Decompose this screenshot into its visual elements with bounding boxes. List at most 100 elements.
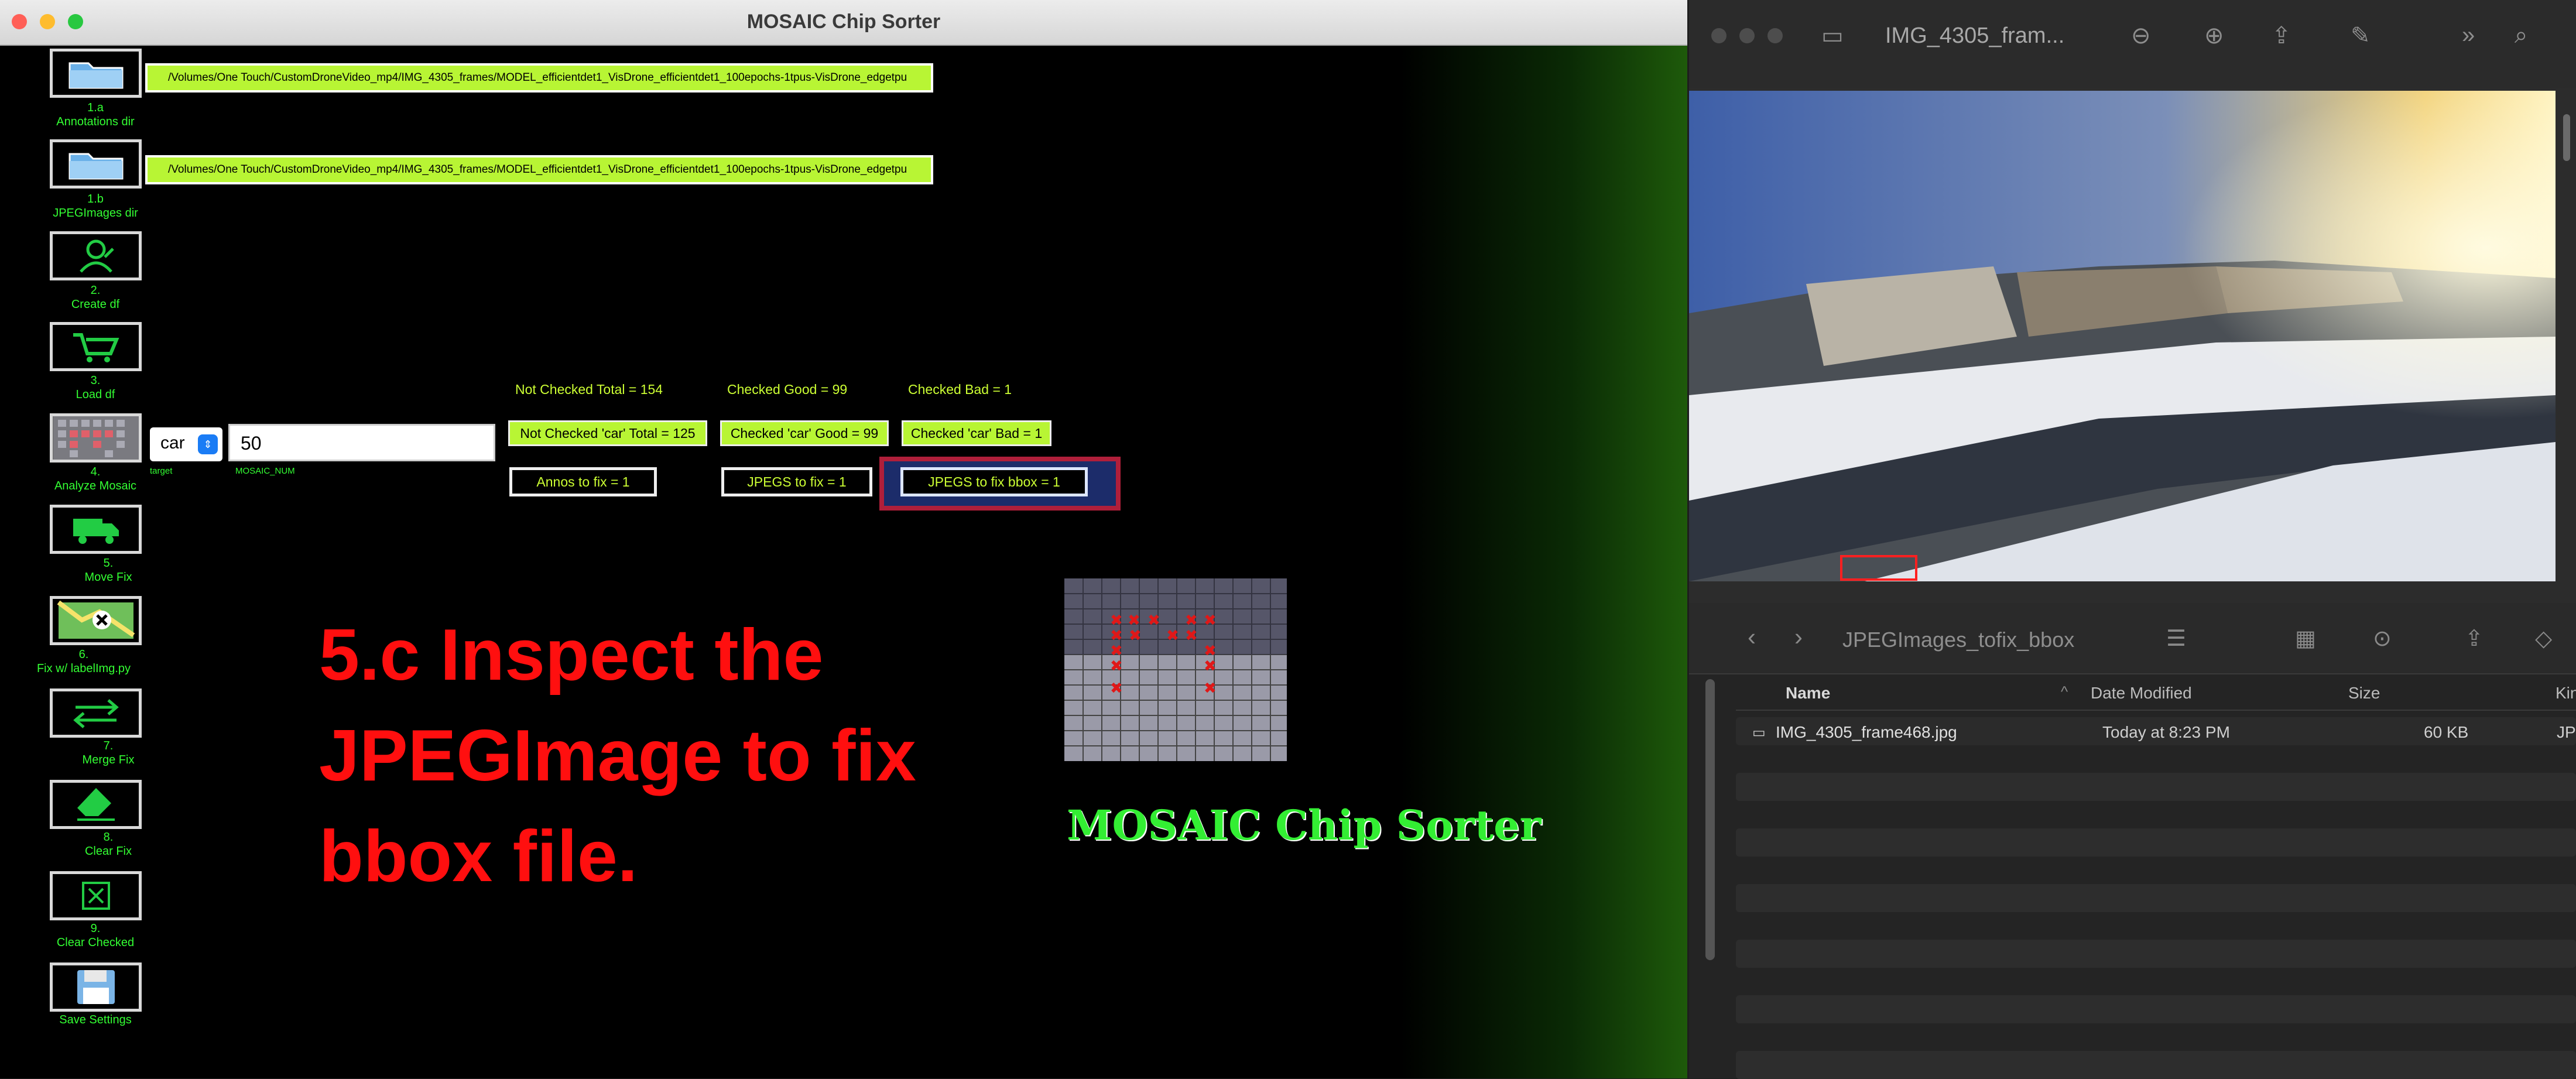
move-fix-number: 5. [103,557,114,570]
fix-labelimg-button[interactable] [50,596,142,645]
annotations-dir-label: Annotations dir [56,115,135,128]
move-fix-button[interactable] [50,505,142,554]
clear-checked-button[interactable] [50,871,142,920]
zoom-in-icon[interactable]: ⊕ [2204,22,2224,49]
empty-row [1736,940,2576,968]
table-row[interactable]: ▭ IMG_4305_frame468.jpg Today at 8:23 PM… [1736,717,2576,745]
svg-text:✖: ✖ [1147,612,1160,629]
more-icon[interactable]: » [2462,22,2475,49]
checked-bad-car-button[interactable]: Checked 'car' Bad = 1 [902,420,1051,446]
file-icon: ▭ [1752,725,1766,741]
save-settings-button[interactable] [50,962,142,1012]
jpegs-to-fix-bbox-button[interactable]: JPEGS to fix bbox = 1 [900,467,1088,496]
target-select[interactable]: car ⇕ [150,427,222,461]
analyze-mosaic-button[interactable] [50,413,142,463]
target-select-value: car [160,433,185,453]
checked-bad: Checked Bad = 1 [908,382,1012,397]
instruction-line-2: JPEGImage to fix [319,715,916,796]
finder-scrollbar[interactable] [1705,679,1715,960]
fix-labelimg-label: Fix w/ labelImg.py [36,662,131,675]
target-label: target [150,466,173,476]
not-checked-total: Not Checked Total = 154 [515,382,663,397]
analyze-mosaic-number: 4. [90,465,101,478]
clear-fix-number: 8. [103,831,114,844]
tag-icon[interactable]: ◇ [2535,625,2552,652]
main-window: MOSAIC Chip Sorter 1.a Annotations dir 1… [0,0,1687,1078]
checked-good-car-button[interactable]: Checked 'car' Good = 99 [720,420,889,446]
create-df-label: Create df [71,298,120,311]
forward-icon[interactable]: › [1794,623,1803,651]
checked-good: Checked Good = 99 [727,382,848,397]
jpegimages-dir-button[interactable] [50,139,142,189]
svg-text:✖: ✖ [1204,680,1217,697]
grid-view-icon[interactable]: ▦ [2295,625,2316,652]
select-arrows-icon: ⇕ [198,434,218,454]
load-df-label: Load df [76,388,115,401]
zoom-out-icon[interactable]: ⊖ [2131,22,2151,49]
load-df-button[interactable] [50,322,142,371]
floppy-icon [77,970,115,1004]
sidebar-icon[interactable]: ▭ [1821,22,1844,49]
column-size[interactable]: Size [2348,684,2380,703]
save-settings-label: Save Settings [59,1013,132,1026]
column-kind[interactable]: Kin [2556,684,2576,703]
svg-text:✖: ✖ [1166,627,1179,645]
mosaic-icon [53,416,139,460]
arrows-icon [73,699,119,728]
jpegimages-path-field[interactable]: /Volumes/One Touch/CustomDroneVideo_mp4/… [145,155,933,184]
preview-scrollbar[interactable] [2557,91,2576,581]
share-icon[interactable]: ⇪ [2272,22,2291,49]
not-checked-car-button[interactable]: Not Checked 'car' Total = 125 [508,420,707,446]
folder-icon [68,153,123,180]
cart-icon [73,333,119,362]
clear-fix-button[interactable] [50,780,142,829]
empty-row [1736,995,2576,1023]
markup-icon[interactable]: ✎ [2351,22,2371,49]
mosaic-num-value: 50 [241,433,262,454]
sort-chevron-icon: ^ [2061,683,2068,700]
clear-checked-number: 9. [90,922,101,935]
share-icon[interactable]: ⇪ [2465,625,2483,652]
svg-text:✖: ✖ [1204,657,1217,675]
file-date: Today at 8:23 PM [2102,723,2230,741]
column-date[interactable]: Date Modified [2091,684,2192,703]
instruction-line-3: bbox file. [319,816,638,897]
truck-icon [73,519,119,544]
preview-toolbar: ▭ IMG_4305_fram... ⊖ ⊕ ⇪ ✎ » ⌕ [1689,0,2576,88]
merge-fix-number: 7. [103,739,114,752]
merge-fix-button[interactable] [50,688,142,738]
create-df-button[interactable] [50,231,142,280]
svg-text:✖: ✖ [1110,680,1123,697]
finder-window: ‹ › JPEGImages_tofix_bbox ☰ ▦ ⊙ ⇪ ◇ Name… [1689,603,2576,1079]
preview-title: IMG_4305_fram... [1885,23,2065,48]
scroll-thumb[interactable] [2563,114,2570,161]
svg-text:✖: ✖ [1204,612,1217,629]
empty-row [1736,1051,2576,1079]
finder-toolbar: ‹ › JPEGImages_tofix_bbox ☰ ▦ ⊙ ⇪ ◇ [1689,603,2576,674]
create-df-number: 2. [90,284,101,297]
annotations-dir-button[interactable] [50,49,142,98]
search-icon[interactable]: ⌕ [2515,22,2527,49]
empty-row [1736,828,2576,857]
empty-row [1736,884,2576,912]
back-icon[interactable]: ‹ [1748,623,1756,651]
file-kind: JP [2557,723,2576,741]
mosaic-num-label: MOSAIC_NUM [235,466,295,476]
minimize-button[interactable] [1739,28,1755,43]
mosaic-num-input[interactable]: 50 [228,424,495,461]
annotations-path-field[interactable]: /Volumes/One Touch/CustomDroneVideo_mp4/… [145,63,933,93]
file-name: IMG_4305_frame468.jpg [1776,723,1957,741]
clear-fix-label: Clear Fix [84,845,132,858]
close-button[interactable] [1711,28,1727,43]
list-view-icon[interactable]: ☰ [2166,625,2186,652]
folder-icon [68,62,123,89]
fix-labelimg-number: 6. [78,648,89,661]
svg-text:✖: ✖ [1110,657,1123,675]
jpegs-to-fix-button[interactable]: JPEGS to fix = 1 [721,467,872,496]
maximize-button[interactable] [1767,28,1783,43]
column-name[interactable]: Name [1786,684,1830,703]
map-icon [57,600,135,639]
annos-to-fix-button[interactable]: Annos to fix = 1 [509,467,657,496]
action-icon[interactable]: ⊙ [2373,625,2392,652]
file-size: 60 KB [2424,723,2469,741]
